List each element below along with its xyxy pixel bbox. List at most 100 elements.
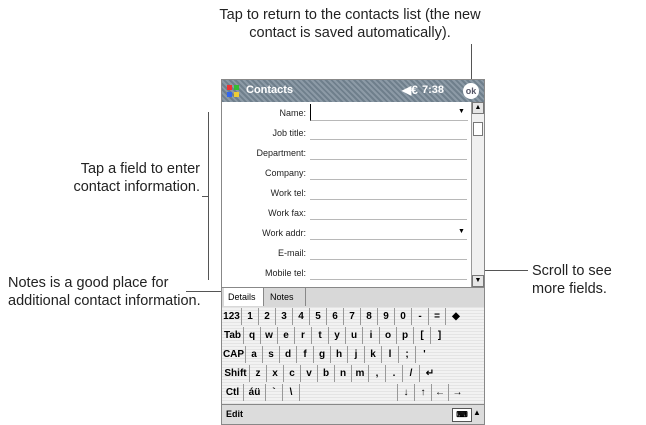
key[interactable]: 4 [293,308,310,325]
key[interactable]: 5 [310,308,327,325]
work-addr-input[interactable] [310,239,467,240]
key[interactable]: f [297,346,314,363]
name-input[interactable] [310,104,468,121]
key[interactable]: h [331,346,348,363]
space-key[interactable] [300,384,398,401]
speaker-icon[interactable]: ◀€ [402,83,418,97]
contact-form: Name: ▼ Job title: Department: Company: … [222,102,471,287]
field-label: Work addr: [262,228,306,238]
key[interactable]: x [267,365,284,382]
key[interactable]: 6 [327,308,344,325]
dropdown-arrow-icon[interactable]: ▼ [458,228,465,235]
key[interactable]: ] [431,327,448,344]
field-row-name[interactable]: Name: ▼ [222,104,471,122]
key[interactable]: q [244,327,261,344]
key[interactable]: u [346,327,363,344]
key[interactable]: y [329,327,346,344]
key[interactable]: 7 [344,308,361,325]
scroll-down-icon[interactable]: ▼ [472,275,484,287]
key[interactable]: 2 [259,308,276,325]
key[interactable]: 0 [395,308,412,325]
key[interactable]: i [363,327,380,344]
field-row-department[interactable]: Department: [222,144,471,162]
department-input[interactable] [310,159,467,160]
key[interactable]: 9 [378,308,395,325]
field-label: Work fax: [268,208,306,218]
key[interactable]: s [263,346,280,363]
key[interactable]: 1 [242,308,259,325]
key[interactable]: áü [244,384,266,401]
key[interactable]: / [403,365,420,382]
work-fax-input[interactable] [310,219,467,220]
edit-menu[interactable]: Edit [226,409,243,419]
key[interactable]: o [380,327,397,344]
key[interactable]: v [301,365,318,382]
key[interactable]: m [352,365,369,382]
key[interactable]: b [318,365,335,382]
dropdown-arrow-icon[interactable]: ▼ [458,108,465,115]
key[interactable]: Shift [222,365,250,382]
key[interactable]: 3 [276,308,293,325]
tab-details[interactable]: Details [224,288,264,306]
key[interactable]: ' [416,346,433,363]
arrow-right-key-icon[interactable]: → [449,384,466,401]
arrow-left-key-icon[interactable]: ← [432,384,449,401]
key[interactable]: [ [414,327,431,344]
key[interactable]: \ [283,384,300,401]
work-tel-input[interactable] [310,199,467,200]
key[interactable]: a [246,346,263,363]
field-row-email[interactable]: E-mail: [222,244,471,262]
windows-flag-icon[interactable] [225,83,241,99]
key[interactable]: = [429,308,446,325]
mobile-tel-input[interactable] [310,279,467,280]
key[interactable]: n [335,365,352,382]
key[interactable]: k [365,346,382,363]
key[interactable]: 123 [222,308,242,325]
key[interactable]: w [261,327,278,344]
key[interactable]: p [397,327,414,344]
menu-bar: Edit ⌨ ▲ [222,404,484,424]
key[interactable]: - [412,308,429,325]
key[interactable]: ; [399,346,416,363]
key[interactable]: Tab [222,327,244,344]
scroll-up-icon[interactable]: ▲ [472,102,484,114]
key[interactable]: , [369,365,386,382]
key[interactable]: t [312,327,329,344]
vertical-scrollbar[interactable]: ▲ ▼ [471,102,484,287]
field-row-work-fax[interactable]: Work fax: [222,204,471,222]
scroll-thumb[interactable] [473,122,483,136]
key[interactable]: e [278,327,295,344]
tab-notes[interactable]: Notes [266,288,306,306]
input-panel-arrow-icon[interactable]: ▲ [472,408,482,422]
key[interactable]: j [348,346,365,363]
key[interactable]: ` [266,384,283,401]
key[interactable]: d [280,346,297,363]
soft-keyboard: 123 1 2 3 4 5 6 7 8 9 0 - = ◆ Tab q w e … [222,307,484,404]
key[interactable]: ◆ [446,308,466,325]
keyboard-icon[interactable]: ⌨ [452,408,472,422]
key[interactable]: CAP [222,346,246,363]
title-bar: Contacts ◀€ 7:38 ok [222,80,484,102]
field-row-work-tel[interactable]: Work tel: [222,184,471,202]
field-row-job-title[interactable]: Job title: [222,124,471,142]
key[interactable]: c [284,365,301,382]
ok-button[interactable]: ok [463,83,479,99]
key[interactable]: 8 [361,308,378,325]
field-row-company[interactable]: Company: [222,164,471,182]
email-input[interactable] [310,259,467,260]
arrow-down-key-icon[interactable]: ↓ [398,384,415,401]
key[interactable]: . [386,365,403,382]
key[interactable]: l [382,346,399,363]
arrow-up-key-icon[interactable]: ↑ [415,384,432,401]
field-row-mobile-tel[interactable]: Mobile tel: [222,264,471,282]
callout-ok-button: Tap to return to the contacts list (the … [219,7,481,41]
clock[interactable]: 7:38 [422,84,444,96]
key[interactable]: r [295,327,312,344]
key[interactable]: Ctl [222,384,244,401]
company-input[interactable] [310,179,467,180]
key[interactable]: z [250,365,267,382]
job-title-input[interactable] [310,139,467,140]
enter-key-icon[interactable]: ↵ [420,365,440,382]
key[interactable]: g [314,346,331,363]
field-row-work-addr[interactable]: Work addr: ▼ [222,224,471,242]
